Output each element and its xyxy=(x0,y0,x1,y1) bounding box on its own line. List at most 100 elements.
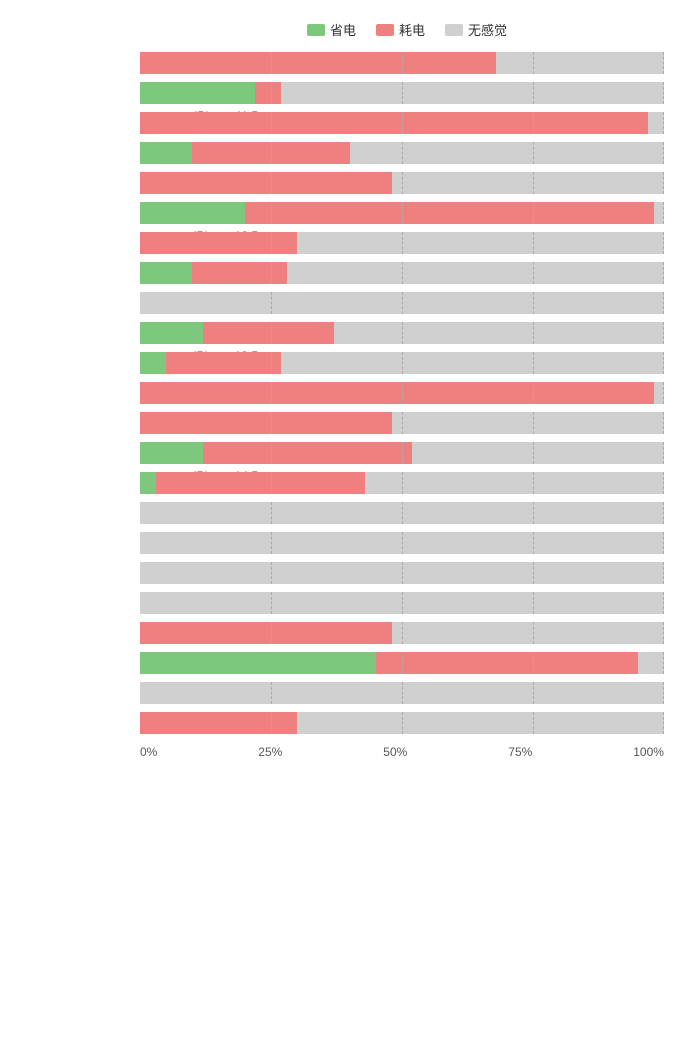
bar-wrapper xyxy=(140,82,664,104)
bar-wrapper xyxy=(140,532,664,554)
bar-wrapper xyxy=(140,352,664,374)
bar-segment-gray xyxy=(140,532,664,554)
legend-label-drain: 耗电 xyxy=(399,20,425,39)
bar-row: iPhone 12 xyxy=(140,139,664,167)
bar-row: iPhone 13 Pro xyxy=(140,319,664,347)
x-axis: 0%25%50%75%100% xyxy=(0,745,674,759)
x-axis-label: 25% xyxy=(258,745,282,759)
bar-segment-gray xyxy=(334,322,664,344)
bar-segment-gray xyxy=(496,52,664,74)
chart-container: 省电 耗电 无感觉 iPhone 11iPhone 11 ProiPhone 11 … xyxy=(0,10,674,789)
bar-segment-pink xyxy=(376,652,638,674)
bar-segment-pink xyxy=(166,352,281,374)
bar-wrapper xyxy=(140,292,664,314)
bar-wrapper xyxy=(140,412,664,434)
x-axis-label: 50% xyxy=(383,745,407,759)
bar-segment-pink xyxy=(203,322,334,344)
bar-row: iPhone 11 Pro xyxy=(140,79,664,107)
bar-segment-gray xyxy=(140,502,664,524)
bar-wrapper xyxy=(140,652,664,674)
bar-segment-gray xyxy=(392,412,664,434)
bar-segment-green xyxy=(140,352,166,374)
bar-segment-pink xyxy=(140,622,392,644)
bar-segment-green xyxy=(140,202,245,224)
bar-row: iPhone 11 ProMax xyxy=(140,109,664,137)
x-axis-label: 0% xyxy=(140,745,157,759)
bar-segment-pink xyxy=(140,712,297,734)
bar-wrapper xyxy=(140,712,664,734)
bar-segment-pink xyxy=(140,52,496,74)
bar-segment-gray xyxy=(140,562,664,584)
bar-segment-green xyxy=(140,652,376,674)
bar-row: iPhone 13 mini xyxy=(140,289,664,317)
legend-color-save xyxy=(307,24,325,36)
legend-label-neutral: 无感觉 xyxy=(468,20,507,39)
bar-row: iPhone XR xyxy=(140,649,664,677)
x-axis-label: 75% xyxy=(508,745,532,759)
legend-item-save: 省电 xyxy=(307,20,356,39)
bar-row: iPhone 14 Pro xyxy=(140,439,664,467)
bar-segment-pink xyxy=(192,142,349,164)
legend-item-drain: 耗电 xyxy=(376,20,425,39)
bar-segment-green xyxy=(140,442,203,464)
bar-wrapper xyxy=(140,172,664,194)
bar-wrapper xyxy=(140,502,664,524)
bar-segment-gray xyxy=(412,442,664,464)
bar-row: iPhone 8 xyxy=(140,499,664,527)
bar-row: iPhone XS xyxy=(140,679,664,707)
bar-wrapper xyxy=(140,472,664,494)
legend: 省电 耗电 无感觉 xyxy=(0,20,674,39)
bar-wrapper xyxy=(140,322,664,344)
bar-segment-green xyxy=(140,472,156,494)
legend-color-drain xyxy=(376,24,394,36)
bar-segment-gray xyxy=(297,232,664,254)
bar-segment-gray xyxy=(287,262,664,284)
bar-segment-pink xyxy=(156,472,366,494)
bar-wrapper xyxy=(140,52,664,74)
bar-segment-pink xyxy=(203,442,413,464)
chart-area: iPhone 11iPhone 11 ProiPhone 11 ProMaxiP… xyxy=(0,49,674,737)
bar-segment-gray xyxy=(654,202,664,224)
bar-segment-green xyxy=(140,82,255,104)
bar-segment-pink xyxy=(140,112,648,134)
bar-segment-pink xyxy=(140,232,297,254)
bar-wrapper xyxy=(140,622,664,644)
bar-segment-pink xyxy=(140,172,392,194)
bar-row: iPhone 14 ProMax xyxy=(140,469,664,497)
bar-segment-green xyxy=(140,262,192,284)
bar-row: iPhone SE 第3代 xyxy=(140,589,664,617)
legend-color-neutral xyxy=(445,24,463,36)
bar-row: iPhone 14 xyxy=(140,379,664,407)
bar-segment-gray xyxy=(297,712,664,734)
bar-segment-green xyxy=(140,322,203,344)
bar-row: iPhone XS Max xyxy=(140,709,664,737)
bar-row: iPhone 14 Plus xyxy=(140,409,664,437)
bar-segment-pink xyxy=(140,382,654,404)
bar-row: iPhone X xyxy=(140,619,664,647)
bar-segment-gray xyxy=(281,352,664,374)
legend-label-save: 省电 xyxy=(330,20,356,39)
bar-wrapper xyxy=(140,232,664,254)
bar-segment-gray xyxy=(140,682,664,704)
bar-segment-gray xyxy=(281,82,664,104)
bar-wrapper xyxy=(140,562,664,584)
bar-segment-gray xyxy=(648,112,664,134)
legend-item-neutral: 无感觉 xyxy=(445,20,507,39)
bar-segment-gray xyxy=(654,382,664,404)
bar-row: iPhone 12 Pro xyxy=(140,199,664,227)
bar-segment-pink xyxy=(140,412,392,434)
bar-segment-pink xyxy=(255,82,281,104)
bar-segment-gray xyxy=(350,142,664,164)
bar-wrapper xyxy=(140,442,664,464)
bar-segment-gray xyxy=(140,592,664,614)
bar-segment-gray xyxy=(365,472,664,494)
bar-segment-gray xyxy=(638,652,664,674)
bar-wrapper xyxy=(140,262,664,284)
bar-row: iPhone 8 Plus xyxy=(140,529,664,557)
bar-row: iPhone 12 mini xyxy=(140,169,664,197)
bar-segment-gray xyxy=(392,172,664,194)
bar-wrapper xyxy=(140,382,664,404)
bar-row: iPhone SE 第2代 xyxy=(140,559,664,587)
bar-segment-pink xyxy=(245,202,654,224)
bar-wrapper xyxy=(140,592,664,614)
